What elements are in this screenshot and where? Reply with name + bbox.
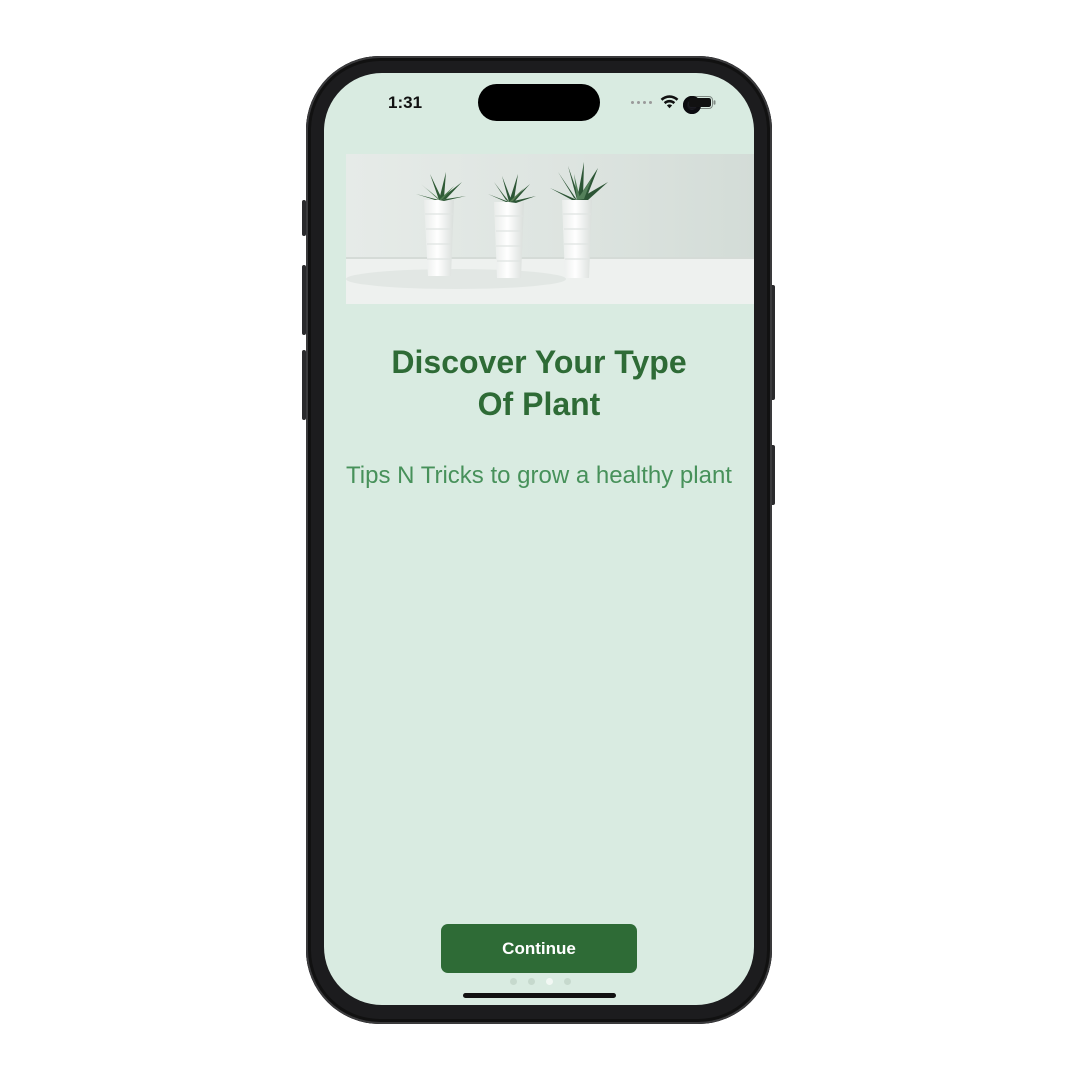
page-dot-1[interactable] (510, 978, 517, 985)
wifi-icon (660, 95, 679, 109)
page-title-line-2: Of Plant (477, 386, 601, 422)
page-dot-4[interactable] (564, 978, 571, 985)
page-title-line-1: Discover Your Type (391, 344, 687, 380)
signal-dots-icon (631, 100, 652, 104)
hero-plants-image (346, 154, 754, 304)
page-dot-2[interactable] (528, 978, 535, 985)
battery-icon (687, 95, 716, 109)
dynamic-island (478, 84, 701, 121)
home-indicator[interactable] (463, 993, 616, 998)
page-subtitle: Tips N Tricks to grow a healthy plant (346, 462, 732, 489)
status-icons (631, 95, 716, 109)
device-mockup: 1:31 Discover Your Type Of Plant Tips N … (0, 0, 1080, 1080)
page-dot-3[interactable] (546, 978, 553, 985)
page-indicator[interactable] (510, 978, 571, 985)
status-time: 1:31 (388, 93, 423, 112)
continue-button[interactable]: Continue (441, 924, 637, 973)
page-title: Discover Your Type Of Plant (324, 341, 754, 425)
potted-plants-image (346, 154, 754, 304)
app-screen: 1:31 Discover Your Type Of Plant Tips N … (324, 73, 754, 1005)
